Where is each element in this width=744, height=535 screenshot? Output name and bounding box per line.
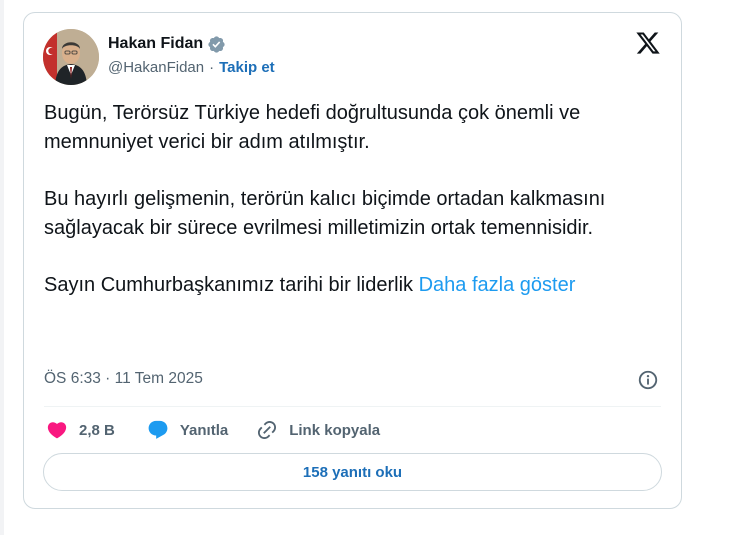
copy-link-button[interactable]: Link kopyala xyxy=(256,419,380,441)
separator-dot: · xyxy=(209,59,215,76)
author-handle-row: @HakanFidan · Takip et xyxy=(108,59,275,76)
author-handle[interactable]: @HakanFidan xyxy=(108,59,204,76)
reply-label: Yanıtla xyxy=(179,421,229,439)
avatar[interactable] xyxy=(43,29,99,85)
link-icon xyxy=(258,420,277,440)
divider xyxy=(44,406,661,407)
reply-bubble-icon xyxy=(148,420,168,439)
show-more-link[interactable]: Daha fazla göster xyxy=(419,274,576,296)
info-icon[interactable] xyxy=(637,369,659,391)
page-left-edge xyxy=(0,0,4,535)
action-bar: 2,8 B Yanıtla Link kopyala xyxy=(46,417,380,443)
tweet-timestamp[interactable]: ÖS 6:33 · 11 Tem 2025 xyxy=(44,370,203,388)
reply-button[interactable]: Yanıtla xyxy=(147,419,228,441)
author-name[interactable]: Hakan Fidan xyxy=(108,35,203,53)
tweet-paragraph: Bugün, Terörsüz Türkiye hedefi doğrultus… xyxy=(44,102,581,153)
tweet-embed-card: Hakan Fidan @HakanFidan · Takip et Bugün… xyxy=(23,12,682,509)
tweet-text: Bugün, Terörsüz Türkiye hedefi doğrultus… xyxy=(44,99,664,300)
like-count: 2,8 B xyxy=(79,421,115,439)
avatar-image xyxy=(43,29,99,85)
author-name-row: Hakan Fidan xyxy=(108,33,226,55)
tweet-paragraph-text: Sayın Cumhurbaşkanımız tarihi bir liderl… xyxy=(44,274,414,296)
verified-badge-icon xyxy=(208,35,225,53)
follow-button[interactable]: Takip et xyxy=(219,59,275,76)
x-logo-icon[interactable] xyxy=(635,30,661,56)
like-button[interactable]: 2,8 B xyxy=(46,419,115,441)
read-replies-button[interactable]: 158 yanıtı oku xyxy=(43,453,662,491)
tweet-paragraph: Bu hayırlı gelişmenin, terörün kalıcı bi… xyxy=(44,188,606,239)
heart-icon xyxy=(47,422,67,439)
tweet-paragraph-last: Sayın Cumhurbaşkanımız tarihi bir liderl… xyxy=(44,271,664,300)
copy-link-label: Link kopyala xyxy=(289,421,381,439)
